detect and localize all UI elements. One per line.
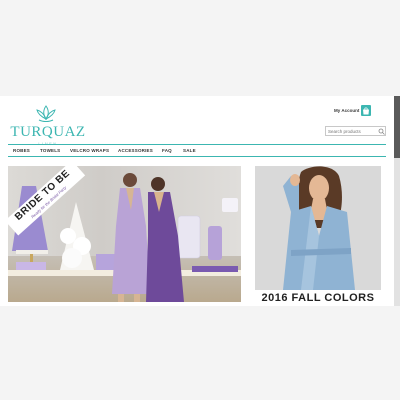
nav-item-robes[interactable]: ROBES [13, 148, 30, 153]
cart-button[interactable] [361, 105, 371, 116]
store-page: TURQUAZ LINEN My Account ROBES TOWELS VE… [0, 96, 394, 306]
shopping-bag-icon [363, 107, 369, 115]
search-input[interactable] [328, 128, 376, 135]
nav-item-sale[interactable]: SALE [183, 148, 196, 153]
nav-item-towels[interactable]: TOWELS [40, 148, 60, 153]
nav-item-faq[interactable]: FAQ [162, 148, 172, 153]
brand-logo[interactable]: TURQUAZ LINEN [8, 104, 88, 146]
my-account-link[interactable]: My Account [334, 108, 359, 113]
promo-caption: 2016 FALL COLORS [255, 290, 381, 306]
search-box [325, 126, 386, 136]
brand-name: TURQUAZ [10, 124, 86, 140]
scrollbar-thumb[interactable] [394, 96, 400, 158]
nav-item-accessories[interactable]: ACCESSORIES [118, 148, 153, 153]
hero-banner[interactable]: BRIDE TO BE Ready for the Bridal Party [8, 166, 241, 302]
promo-photo [255, 166, 381, 290]
lotus-icon [36, 105, 56, 122]
promo-tile[interactable]: 2016 FALL COLORS [255, 166, 381, 306]
nav-item-velcro-wraps[interactable]: VELCRO WRAPS [70, 148, 109, 153]
search-icon[interactable] [378, 128, 385, 135]
main-nav: ROBES TOWELS VELCRO WRAPS ACCESSORIES FA… [8, 144, 386, 157]
